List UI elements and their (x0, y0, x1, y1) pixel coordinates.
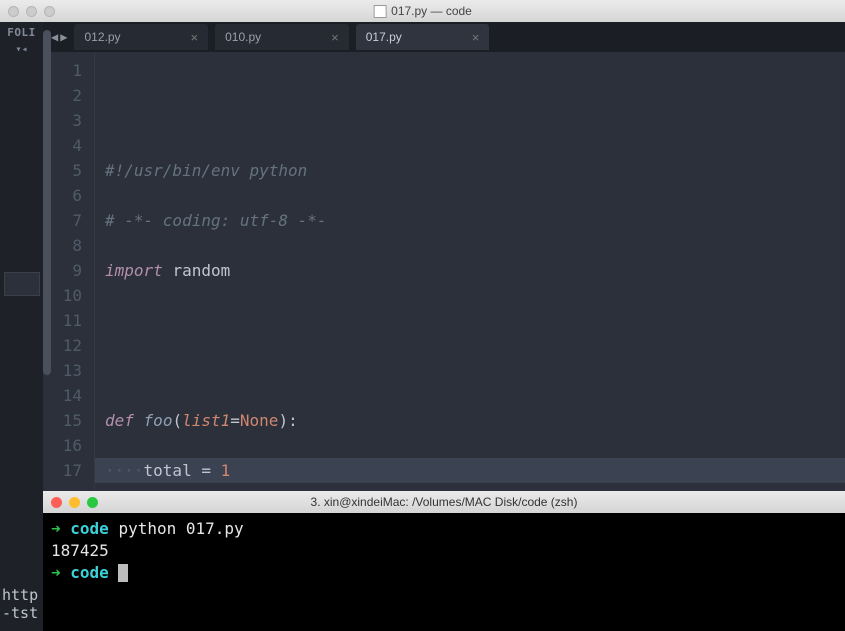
terminal-line: ➜ code (51, 562, 837, 584)
window-titlebar: 017.py — code (0, 0, 845, 22)
minimap-thumbnail[interactable] (4, 272, 40, 296)
code-line: def foo(list1=None): (105, 408, 845, 433)
nav-next-icon[interactable]: ▶ (60, 30, 67, 44)
terminal-window: 3. xin@xindeiMac: /Volumes/MAC Disk/code… (43, 491, 845, 631)
close-icon[interactable] (51, 497, 62, 508)
tab-017[interactable]: 017.py × (356, 24, 490, 50)
window-title: 017.py — code (373, 4, 472, 18)
line-number: 16 (43, 433, 82, 458)
code-line: #!/usr/bin/env python (105, 158, 845, 183)
line-number: 15 (43, 408, 82, 433)
nav-prev-icon[interactable]: ◀ (51, 30, 58, 44)
terminal-traffic-lights (51, 497, 98, 508)
tab-010[interactable]: 010.py × (215, 24, 349, 50)
cursor-icon (118, 564, 128, 582)
code-line (105, 308, 845, 333)
terminal-line: ➜ code python 017.py (51, 518, 837, 540)
minimize-icon[interactable] (26, 6, 37, 17)
tab-label: 012.py (84, 30, 120, 44)
line-number: 14 (43, 383, 82, 408)
code-line: # -*- coding: utf-8 -*- (105, 208, 845, 233)
tab-012[interactable]: 012.py × (74, 24, 208, 50)
sidebar-bottom-overflow: http -tst (0, 491, 43, 631)
tab-label: 017.py (366, 30, 402, 44)
close-tab-icon[interactable]: × (191, 30, 199, 45)
zoom-icon[interactable] (44, 6, 55, 17)
sidebar: FOLI ▾◂ (0, 22, 43, 491)
code-line: import random (105, 258, 845, 283)
collapse-icon[interactable]: ▾◂ (15, 44, 27, 55)
window-traffic-lights (8, 6, 55, 17)
close-tab-icon[interactable]: × (472, 30, 480, 45)
terminal-body[interactable]: ➜ code python 017.py 187425 ➜ code (43, 513, 845, 589)
sidebar-header[interactable]: FOLI (7, 26, 36, 39)
line-number: 17 (43, 458, 82, 483)
terminal-output: 187425 (51, 540, 837, 562)
window-title-text: 017.py — code (391, 4, 472, 18)
code-line: ····total = 1 (105, 458, 845, 483)
code-lines[interactable]: #!/usr/bin/env python # -*- coding: utf-… (95, 52, 845, 491)
code-line (105, 358, 845, 383)
terminal-command: python 017.py (118, 519, 243, 538)
minimize-icon[interactable] (69, 497, 80, 508)
close-tab-icon[interactable]: × (331, 30, 339, 45)
editor: ◀ ▶ 012.py × 010.py × 017.py × 1 2 3 4 (43, 22, 845, 491)
editor-scrollbar[interactable] (43, 30, 51, 375)
code-area[interactable]: 1 2 3 4 5 6 7 8 9 10 11 12 13 14 15 16 1… (43, 52, 845, 491)
close-icon[interactable] (8, 6, 19, 17)
tab-bar: ◀ ▶ 012.py × 010.py × 017.py × (43, 22, 845, 52)
document-icon (373, 5, 386, 18)
tab-label: 010.py (225, 30, 261, 44)
zoom-icon[interactable] (87, 497, 98, 508)
terminal-title: 3. xin@xindeiMac: /Volumes/MAC Disk/code… (311, 491, 578, 513)
terminal-titlebar: 3. xin@xindeiMac: /Volumes/MAC Disk/code… (43, 491, 845, 513)
